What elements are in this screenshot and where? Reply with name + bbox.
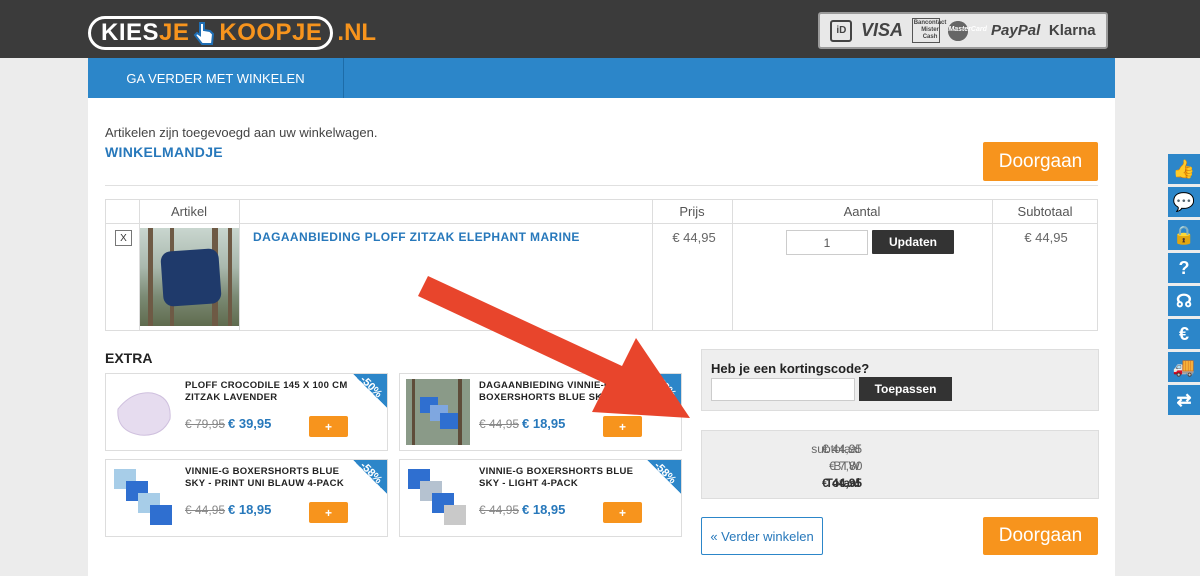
coupon-label: Heb je een kortingscode? xyxy=(711,361,870,376)
continue-shopping-button[interactable]: « Verder winkelen xyxy=(701,517,823,555)
bancontact-logo: Bancontact Mister Cash xyxy=(911,18,946,43)
product-name-link[interactable]: DAGAANBIEDING PLOFF ZITZAK ELEPHANT MARI… xyxy=(253,230,580,244)
quantity-input[interactable] xyxy=(786,230,868,255)
add-to-cart-button[interactable]: + xyxy=(309,502,348,523)
discount-badge: -58% xyxy=(647,460,681,494)
boxershorts-light-image xyxy=(406,465,470,531)
continue-shopping-tab[interactable]: GA VERDER MET WINKELEN xyxy=(88,58,344,98)
extra-product-name[interactable]: DAGAANBIEDING VINNIE-G BOXERSHORTS BLUE … xyxy=(479,380,649,404)
logo-je: JE xyxy=(159,19,190,46)
chat-icon[interactable]: 💬 xyxy=(1168,187,1200,217)
boxershorts-print-image xyxy=(112,465,176,531)
lock-icon[interactable]: 🔒 xyxy=(1168,220,1200,250)
old-price: € 79,95 xyxy=(185,417,226,431)
header-quantity: Aantal xyxy=(732,200,992,224)
tree xyxy=(228,228,232,326)
logo-kies: KIES xyxy=(101,19,160,46)
discount-badge: -50% xyxy=(353,374,387,408)
coupon-input[interactable] xyxy=(711,378,855,401)
header-subtotal: Subtotaal xyxy=(992,200,1098,224)
coupon-section: Heb je een kortingscode? Toepassen xyxy=(701,349,1099,411)
return-icon[interactable]: ⇄ xyxy=(1168,385,1200,415)
new-price: € 18,95 xyxy=(522,416,566,431)
new-price: € 18,95 xyxy=(522,502,566,517)
subtotal-row: subtotaal € 44,95 xyxy=(702,442,1100,458)
logo-pill: KIES JE KOOPJE xyxy=(88,16,334,50)
vat-value: € 7,80 xyxy=(829,459,863,473)
total-row: Totaal € 44,95 xyxy=(702,476,1100,492)
extra-product-card[interactable]: VINNIE-G BOXERSHORTS BLUE SKY - PRINT UN… xyxy=(105,459,388,537)
extra-product-card[interactable]: DAGAANBIEDING VINNIE-G BOXERSHORTS BLUE … xyxy=(399,373,682,451)
product-image[interactable] xyxy=(140,228,239,326)
side-tab-bar: 👍 💬 🔒 ? ☊ € 🚚 ⇄ xyxy=(1168,154,1200,418)
discount-badge: -58% xyxy=(647,374,681,408)
col-divider xyxy=(652,200,653,330)
old-price: € 44,95 xyxy=(479,417,520,431)
add-to-cart-button[interactable]: + xyxy=(603,502,642,523)
cart-title: WINKELMANDJE xyxy=(105,144,223,160)
old-price: € 44,95 xyxy=(185,503,226,517)
header-article: Artikel xyxy=(139,200,239,224)
truck-icon[interactable]: 🚚 xyxy=(1168,352,1200,382)
col-divider xyxy=(992,200,993,330)
payment-methods: iD VISA Bancontact Mister Cash MasterCar… xyxy=(818,12,1108,49)
product-subtotal: € 44,95 xyxy=(1024,230,1068,245)
tree xyxy=(148,228,153,326)
totals-summary: subtotaal € 44,95 BTW € 7,80 Totaal € 44… xyxy=(701,430,1099,499)
extra-product-card[interactable]: VINNIE-G BOXERSHORTS BLUE SKY - LIGHT 4-… xyxy=(399,459,682,537)
site-logo[interactable]: KIES JE KOOPJE .NL xyxy=(88,15,376,51)
remove-item-button[interactable]: X xyxy=(115,230,132,246)
extra-product-card[interactable]: PLOFF CROCODILE 145 X 100 CM ZITZAK LAVE… xyxy=(105,373,388,451)
new-price: € 39,95 xyxy=(228,416,272,431)
divider xyxy=(105,185,1098,186)
add-to-cart-button[interactable]: + xyxy=(603,416,642,437)
header-name xyxy=(239,200,652,224)
extra-product-name[interactable]: VINNIE-G BOXERSHORTS BLUE SKY - LIGHT 4-… xyxy=(479,466,649,490)
paypal-logo: PayPal xyxy=(991,22,1041,39)
ideal-logo: iD xyxy=(830,19,853,42)
total-value: € 44,95 xyxy=(822,476,863,490)
klarna-logo: Klarna xyxy=(1048,22,1096,39)
mastercard-logo: MasterCard xyxy=(948,20,987,42)
extra-product-name[interactable]: PLOFF CROCODILE 145 X 100 CM ZITZAK LAVE… xyxy=(185,380,355,404)
product-price: € 44,95 xyxy=(672,230,716,245)
boxershorts-forest-image xyxy=(406,379,470,445)
cart-page: Artikelen zijn toegevoegd aan uw winkelw… xyxy=(88,98,1115,576)
header-price: Prijs xyxy=(652,200,732,224)
logo-koopje: KOOPJE xyxy=(219,19,323,46)
cart-table: Artikel Prijs Aantal Subtotaal X DAGAANB… xyxy=(105,199,1098,331)
checkout-button-bottom[interactable]: Doorgaan xyxy=(983,517,1098,555)
thumbs-up-icon[interactable]: 👍 xyxy=(1168,154,1200,184)
pointer-hand-icon xyxy=(194,22,215,45)
add-to-cart-button[interactable]: + xyxy=(309,416,348,437)
top-header: KIES JE KOOPJE .NL iD VISA Bancontact Mi… xyxy=(0,0,1200,58)
header-remove xyxy=(106,200,139,224)
headset-icon[interactable]: ☊ xyxy=(1168,286,1200,316)
lavender-beanbag-image xyxy=(112,379,176,445)
apply-coupon-button[interactable]: Toepassen xyxy=(859,377,952,401)
subtotal-value: € 44,95 xyxy=(822,442,863,456)
extra-title: EXTRA xyxy=(105,350,153,366)
visa-logo: VISA xyxy=(861,20,904,40)
question-icon[interactable]: ? xyxy=(1168,253,1200,283)
euro-icon[interactable]: € xyxy=(1168,319,1200,349)
checkout-button-top[interactable]: Doorgaan xyxy=(983,142,1098,181)
new-price: € 18,95 xyxy=(228,502,272,517)
nav-bar: GA VERDER MET WINKELEN xyxy=(88,58,1115,98)
logo-tld: .NL xyxy=(337,19,377,46)
added-message: Artikelen zijn toegevoegd aan uw winkelw… xyxy=(105,125,378,140)
discount-badge: -58% xyxy=(353,460,387,494)
col-divider xyxy=(239,200,240,330)
extra-product-name[interactable]: VINNIE-G BOXERSHORTS BLUE SKY - PRINT UN… xyxy=(185,466,355,490)
beanbag xyxy=(160,248,222,307)
col-divider xyxy=(732,200,733,330)
update-button[interactable]: Updaten xyxy=(872,230,954,254)
vat-row: BTW € 7,80 xyxy=(702,459,1100,475)
old-price: € 44,95 xyxy=(479,503,520,517)
